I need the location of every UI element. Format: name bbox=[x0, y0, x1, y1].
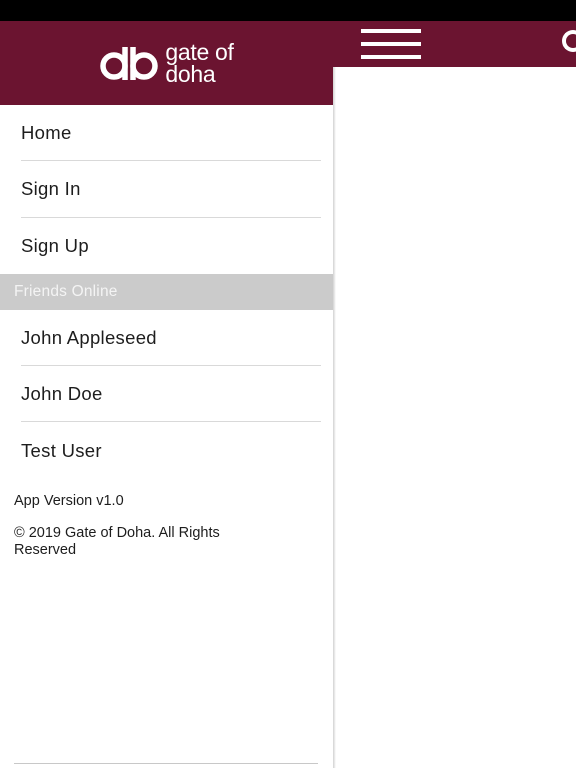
logo-text-line2: doha bbox=[165, 61, 216, 87]
logo-text-line1: gate of bbox=[165, 39, 234, 65]
menu-item-sign-in[interactable]: Sign In bbox=[0, 161, 333, 218]
menu-item-label: Sign In bbox=[21, 178, 81, 200]
friend-item-john-appleseed[interactable]: John Appleseed bbox=[0, 310, 333, 367]
drawer-bottom-divider bbox=[14, 763, 318, 764]
friend-name: Test User bbox=[21, 439, 102, 461]
menu-item-label: Home bbox=[21, 122, 72, 144]
logo-mark-icon bbox=[100, 47, 159, 80]
main-header-bar bbox=[333, 21, 576, 67]
copyright-text: © 2019 Gate of Doha. All Rights Reserved bbox=[14, 524, 220, 558]
app-version: App Version v1.0 bbox=[14, 492, 124, 509]
section-header-label: Friends Online bbox=[14, 282, 118, 300]
logo-wordmark: gate of doha bbox=[165, 39, 234, 87]
friend-name: John Doe bbox=[21, 383, 103, 405]
header-logo-icon bbox=[562, 30, 576, 52]
menu-item-sign-up[interactable]: Sign Up bbox=[0, 218, 333, 274]
side-drawer: gate of doha Home Sign In Sign Up Friend… bbox=[0, 21, 333, 768]
hamburger-menu-icon[interactable] bbox=[361, 29, 421, 59]
friends-online-header: Friends Online bbox=[0, 273, 333, 310]
drawer-shadow bbox=[333, 21, 336, 768]
friend-item-test-user[interactable]: Test User bbox=[0, 422, 333, 478]
friend-item-john-doe[interactable]: John Doe bbox=[0, 366, 333, 423]
status-bar bbox=[0, 0, 576, 21]
friend-name: John Appleseed bbox=[21, 327, 157, 349]
drawer-header: gate of doha bbox=[0, 21, 333, 105]
menu-item-label: Sign Up bbox=[21, 234, 89, 256]
menu-item-home[interactable]: Home bbox=[0, 105, 333, 162]
brand-logo: gate of doha bbox=[99, 39, 234, 87]
